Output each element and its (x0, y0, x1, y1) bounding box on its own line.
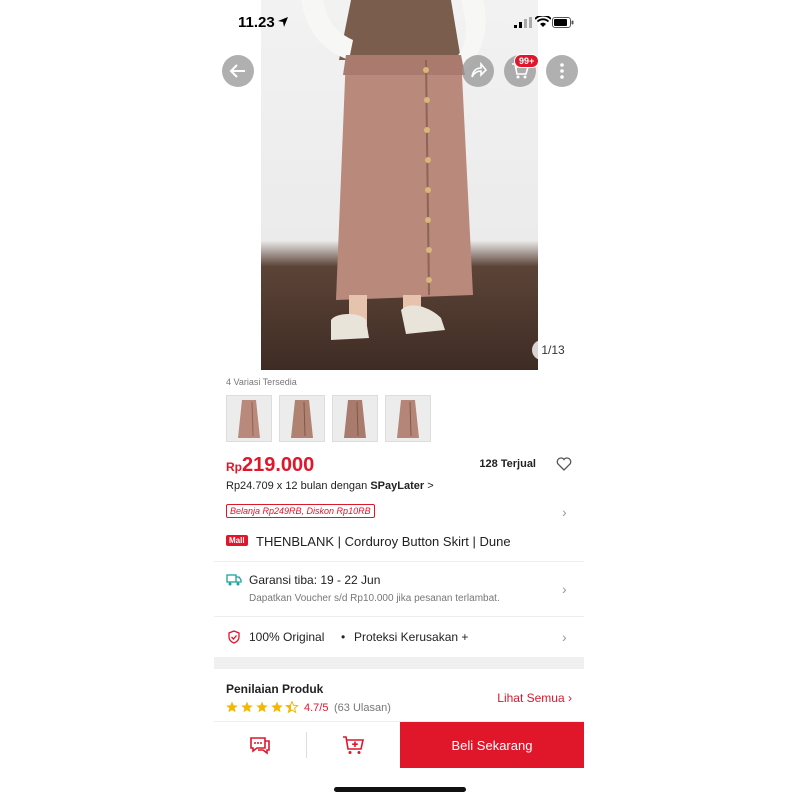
variants-label: 4 Variasi Tersedia (226, 377, 297, 387)
installment-brand: SPayLater (370, 480, 425, 492)
star-rating-icon (226, 701, 299, 714)
separator-dot: • (341, 630, 346, 644)
rating-score: 4.7/5 (304, 702, 329, 714)
installment-link[interactable]: Rp24.709 x 12 bulan dengan SPayLater > (226, 480, 434, 492)
heart-icon[interactable] (556, 457, 572, 471)
product-price: Rp219.000 (226, 454, 314, 477)
variant-skirt-image (238, 400, 260, 438)
variant-skirt-image (291, 400, 313, 438)
more-vertical-icon (560, 63, 564, 79)
variant-skirt-image (344, 400, 366, 438)
see-all-label: Lihat Semua (497, 691, 565, 705)
share-icon (471, 62, 487, 78)
original-guarantee: 100% Original (249, 630, 325, 644)
share-button[interactable] (462, 55, 494, 87)
variant-skirt-image (397, 400, 419, 438)
shield-check-icon (228, 630, 240, 644)
chevron-right-icon[interactable]: › (562, 629, 567, 645)
buy-now-button[interactable]: Beli Sekarang (400, 722, 584, 768)
product-page: 11.23 99+ 1/13 4 Variasi Tersedia Rp219.… (214, 0, 584, 800)
damage-protection[interactable]: Proteksi Kerusakan + (354, 630, 468, 644)
shipping-voucher-note: Dapatkan Voucher s/d Rp10.000 jika pesan… (249, 593, 500, 604)
divider (306, 732, 307, 758)
price-amount: 219.000 (242, 454, 315, 476)
variant-thumbnail[interactable] (226, 395, 272, 442)
price-currency: Rp (226, 460, 242, 474)
wifi-icon (535, 16, 551, 27)
divider (214, 616, 584, 617)
battery-icon (552, 17, 574, 28)
status-bar: 11.23 (214, 8, 584, 38)
back-button[interactable] (222, 55, 254, 87)
reviews-title: Penilaian Produk (226, 682, 324, 696)
section-divider (214, 657, 584, 669)
shipping-estimate[interactable]: Garansi tiba: 19 - 22 Jun (249, 573, 380, 587)
review-count: (63 Ulasan) (334, 702, 391, 714)
bottom-action-bar: Beli Sekarang (214, 721, 584, 768)
installment-text: Rp24.709 x 12 bulan dengan (226, 480, 371, 492)
chevron-right-icon: › (568, 691, 572, 705)
status-time: 11.23 (238, 14, 275, 31)
delivery-truck-icon (226, 574, 242, 586)
see-all-reviews-link[interactable]: Lihat Semua › (497, 691, 572, 705)
chevron-right-icon[interactable]: › (562, 504, 567, 520)
image-counter: 1/13 (532, 340, 574, 360)
cellular-signal-icon (514, 17, 532, 28)
variant-thumbnail[interactable] (385, 395, 431, 442)
promo-badge[interactable]: Belanja Rp249RB, Diskon Rp10RB (226, 504, 375, 518)
add-to-cart-icon[interactable] (342, 735, 366, 755)
mall-badge: Mall (226, 535, 248, 546)
arrow-left-icon (229, 64, 245, 78)
variant-thumbnail[interactable] (279, 395, 325, 442)
product-title: THENBLANK | Corduroy Button Skirt | Dune (256, 534, 511, 549)
divider (214, 561, 584, 562)
chat-icon[interactable] (248, 735, 272, 755)
variant-thumbnail[interactable] (332, 395, 378, 442)
home-indicator (334, 787, 466, 792)
cart-count-badge: 99+ (514, 54, 540, 68)
product-image[interactable] (261, 0, 538, 370)
installment-arrow: > (427, 480, 434, 492)
more-options-button[interactable] (546, 55, 578, 87)
location-arrow-icon (278, 17, 288, 27)
sold-count: 128 Terjual (479, 458, 536, 470)
chevron-right-icon[interactable]: › (562, 581, 567, 597)
product-photo-illustration (301, 0, 486, 340)
